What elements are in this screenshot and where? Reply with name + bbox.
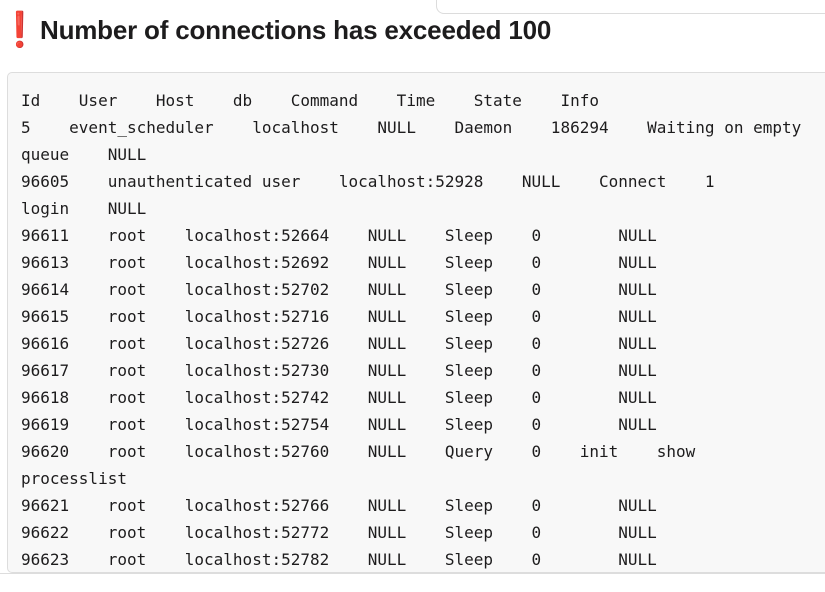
exclamation-icon: ❗: [0, 10, 42, 50]
processlist-text: Id User Host db Command Time State Info …: [21, 87, 802, 572]
code-line: 96621 root localhost:52766 NULL Sleep 0 …: [21, 496, 657, 515]
code-line: 96618 root localhost:52742 NULL Sleep 0 …: [21, 388, 657, 407]
message-title: Number of connections has exceeded 100: [40, 14, 552, 45]
code-line: 5 event_scheduler localhost NULL Daemon …: [21, 118, 802, 137]
divider: [0, 573, 825, 574]
code-line: 96615 root localhost:52716 NULL Sleep 0 …: [21, 307, 657, 326]
code-line: login NULL: [21, 199, 147, 218]
message-heading: ❗ Number of connections has exceeded 100: [0, 10, 552, 50]
code-line: 96617 root localhost:52730 NULL Sleep 0 …: [21, 361, 657, 380]
code-line: Id User Host db Command Time State Info: [21, 91, 599, 110]
processlist-code-block: Id User Host db Command Time State Info …: [7, 72, 825, 573]
code-line: 96623 root localhost:52782 NULL Sleep 0 …: [21, 550, 657, 569]
code-line: 96620 root localhost:52760 NULL Query 0 …: [21, 442, 696, 461]
code-line: queue NULL: [21, 145, 147, 164]
code-line: processlist: [21, 469, 127, 488]
code-line: 96613 root localhost:52692 NULL Sleep 0 …: [21, 253, 657, 272]
code-line: 96611 root localhost:52664 NULL Sleep 0 …: [21, 226, 657, 245]
code-line: 96616 root localhost:52726 NULL Sleep 0 …: [21, 334, 657, 353]
code-line: 96622 root localhost:52772 NULL Sleep 0 …: [21, 523, 657, 542]
code-line: 96614 root localhost:52702 NULL Sleep 0 …: [21, 280, 657, 299]
code-line: 96605 unauthenticated user localhost:529…: [21, 172, 715, 191]
code-line: 96619 root localhost:52754 NULL Sleep 0 …: [21, 415, 657, 434]
